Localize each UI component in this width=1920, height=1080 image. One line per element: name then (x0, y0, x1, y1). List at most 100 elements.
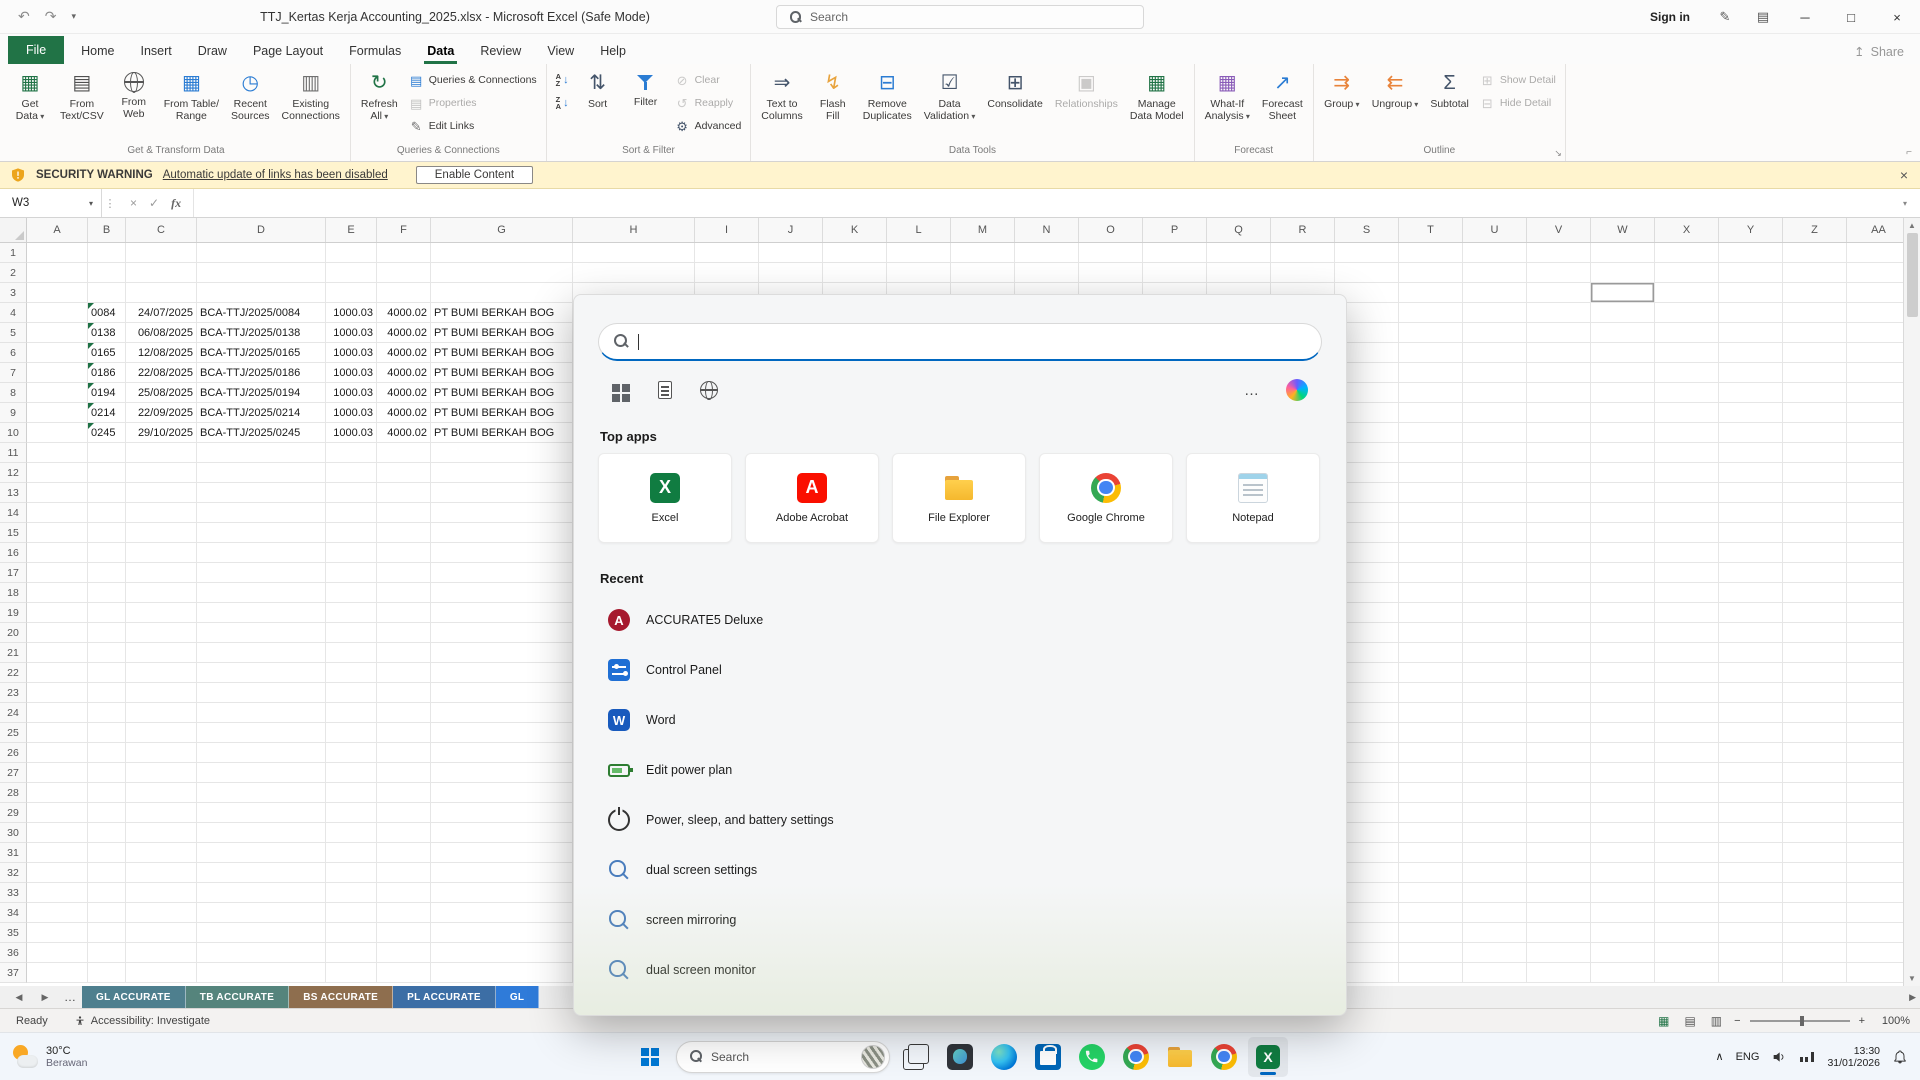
column-header-s[interactable]: S (1335, 218, 1399, 242)
cell-b5[interactable]: 0138 (88, 323, 126, 343)
cell-u4[interactable] (1463, 303, 1527, 323)
cell-z19[interactable] (1783, 603, 1847, 623)
column-header-k[interactable]: K (823, 218, 887, 242)
cell-e6[interactable]: 1000.03 (326, 343, 377, 363)
cell-v33[interactable] (1527, 883, 1591, 903)
cell-t4[interactable] (1399, 303, 1463, 323)
cell-y10[interactable] (1719, 423, 1783, 443)
name-box-dropdown-icon[interactable]: ▾ (89, 199, 93, 208)
column-header-r[interactable]: R (1271, 218, 1335, 242)
cell-y13[interactable] (1719, 483, 1783, 503)
cell-g3[interactable] (431, 283, 573, 303)
cell-c18[interactable] (126, 583, 197, 603)
cell-z33[interactable] (1783, 883, 1847, 903)
cell-y35[interactable] (1719, 923, 1783, 943)
cell-t2[interactable] (1399, 263, 1463, 283)
cell-c32[interactable] (126, 863, 197, 883)
cell-c2[interactable] (126, 263, 197, 283)
cell-o1[interactable] (1079, 243, 1143, 263)
filter-apps[interactable] (612, 384, 630, 402)
cell-w19[interactable] (1591, 603, 1655, 623)
cell-d27[interactable] (197, 763, 326, 783)
cell-c8[interactable]: 25/08/2025 (126, 383, 197, 403)
taskbar-app-edge[interactable] (984, 1037, 1024, 1077)
cell-w30[interactable] (1591, 823, 1655, 843)
cell-u20[interactable] (1463, 623, 1527, 643)
cell-w36[interactable] (1591, 943, 1655, 963)
cell-j2[interactable] (759, 263, 823, 283)
cell-b3[interactable] (88, 283, 126, 303)
cell-t29[interactable] (1399, 803, 1463, 823)
clock[interactable]: 13:30 31/01/2026 (1827, 1045, 1880, 1069)
row-header-11[interactable]: 11 (0, 443, 27, 463)
cell-x32[interactable] (1655, 863, 1719, 883)
sheet-tab-tb-accurate[interactable]: TB ACCURATE (186, 986, 289, 1008)
cell-e15[interactable] (326, 523, 377, 543)
recent-item-accurate5-deluxe[interactable]: AACCURATE5 Deluxe (574, 595, 1346, 645)
cell-w37[interactable] (1591, 963, 1655, 983)
cell-d13[interactable] (197, 483, 326, 503)
cell-t28[interactable] (1399, 783, 1463, 803)
cell-c7[interactable]: 22/08/2025 (126, 363, 197, 383)
cell-v2[interactable] (1527, 263, 1591, 283)
hidden-icons-icon[interactable]: ∧ (1716, 1050, 1724, 1063)
cell-n1[interactable] (1015, 243, 1079, 263)
cell-v24[interactable] (1527, 703, 1591, 723)
cell-u11[interactable] (1463, 443, 1527, 463)
cell-q2[interactable] (1207, 263, 1271, 283)
ribbon-button-group[interactable]: ⇉Group ▾ (1319, 66, 1365, 143)
select-all-corner[interactable] (0, 218, 27, 242)
warning-message-link[interactable]: Automatic update of links has been disab… (163, 169, 388, 181)
row-header-9[interactable]: 9 (0, 403, 27, 423)
cell-aa37[interactable] (1847, 963, 1911, 983)
cell-t22[interactable] (1399, 663, 1463, 683)
cell-w34[interactable] (1591, 903, 1655, 923)
cell-e4[interactable]: 1000.03 (326, 303, 377, 323)
row-header-26[interactable]: 26 (0, 743, 27, 763)
cell-u28[interactable] (1463, 783, 1527, 803)
cell-w31[interactable] (1591, 843, 1655, 863)
sheet-tab-gl[interactable]: GL (496, 986, 540, 1008)
cell-z17[interactable] (1783, 563, 1847, 583)
cell-r1[interactable] (1271, 243, 1335, 263)
cell-d9[interactable]: BCA-TTJ/2025/0214 (197, 403, 326, 423)
row-header-36[interactable]: 36 (0, 943, 27, 963)
column-header-z[interactable]: Z (1783, 218, 1847, 242)
cell-b23[interactable] (88, 683, 126, 703)
cell-b32[interactable] (88, 863, 126, 883)
cell-w18[interactable] (1591, 583, 1655, 603)
cell-f23[interactable] (377, 683, 431, 703)
cell-u1[interactable] (1463, 243, 1527, 263)
cell-e8[interactable]: 1000.03 (326, 383, 377, 403)
row-header-17[interactable]: 17 (0, 563, 27, 583)
cell-u9[interactable] (1463, 403, 1527, 423)
cell-b15[interactable] (88, 523, 126, 543)
zoom-level[interactable]: 100% (1874, 1015, 1910, 1027)
cell-x7[interactable] (1655, 363, 1719, 383)
cell-x14[interactable] (1655, 503, 1719, 523)
cell-w6[interactable] (1591, 343, 1655, 363)
cell-t35[interactable] (1399, 923, 1463, 943)
scroll-right-icon[interactable]: ▶ (1909, 992, 1916, 1003)
cell-z29[interactable] (1783, 803, 1847, 823)
redo-icon[interactable]: ↷ (45, 8, 57, 25)
cell-aa14[interactable] (1847, 503, 1911, 523)
recent-item-dual-screen-monitor[interactable]: dual screen monitor (574, 945, 1346, 995)
cell-e7[interactable]: 1000.03 (326, 363, 377, 383)
cell-e14[interactable] (326, 503, 377, 523)
cell-y3[interactable] (1719, 283, 1783, 303)
cell-b12[interactable] (88, 463, 126, 483)
tab-file[interactable]: File (8, 36, 64, 64)
cell-d22[interactable] (197, 663, 326, 683)
language-indicator[interactable]: ENG (1736, 1051, 1760, 1063)
cell-aa8[interactable] (1847, 383, 1911, 403)
cell-g9[interactable]: PT BUMI BERKAH BOG (431, 403, 573, 423)
cell-t37[interactable] (1399, 963, 1463, 983)
column-header-n[interactable]: N (1015, 218, 1079, 242)
cell-x34[interactable] (1655, 903, 1719, 923)
cell-f8[interactable]: 4000.02 (377, 383, 431, 403)
column-header-p[interactable]: P (1143, 218, 1207, 242)
cell-v3[interactable] (1527, 283, 1591, 303)
more-options-icon[interactable]: … (1244, 382, 1260, 399)
cell-c15[interactable] (126, 523, 197, 543)
